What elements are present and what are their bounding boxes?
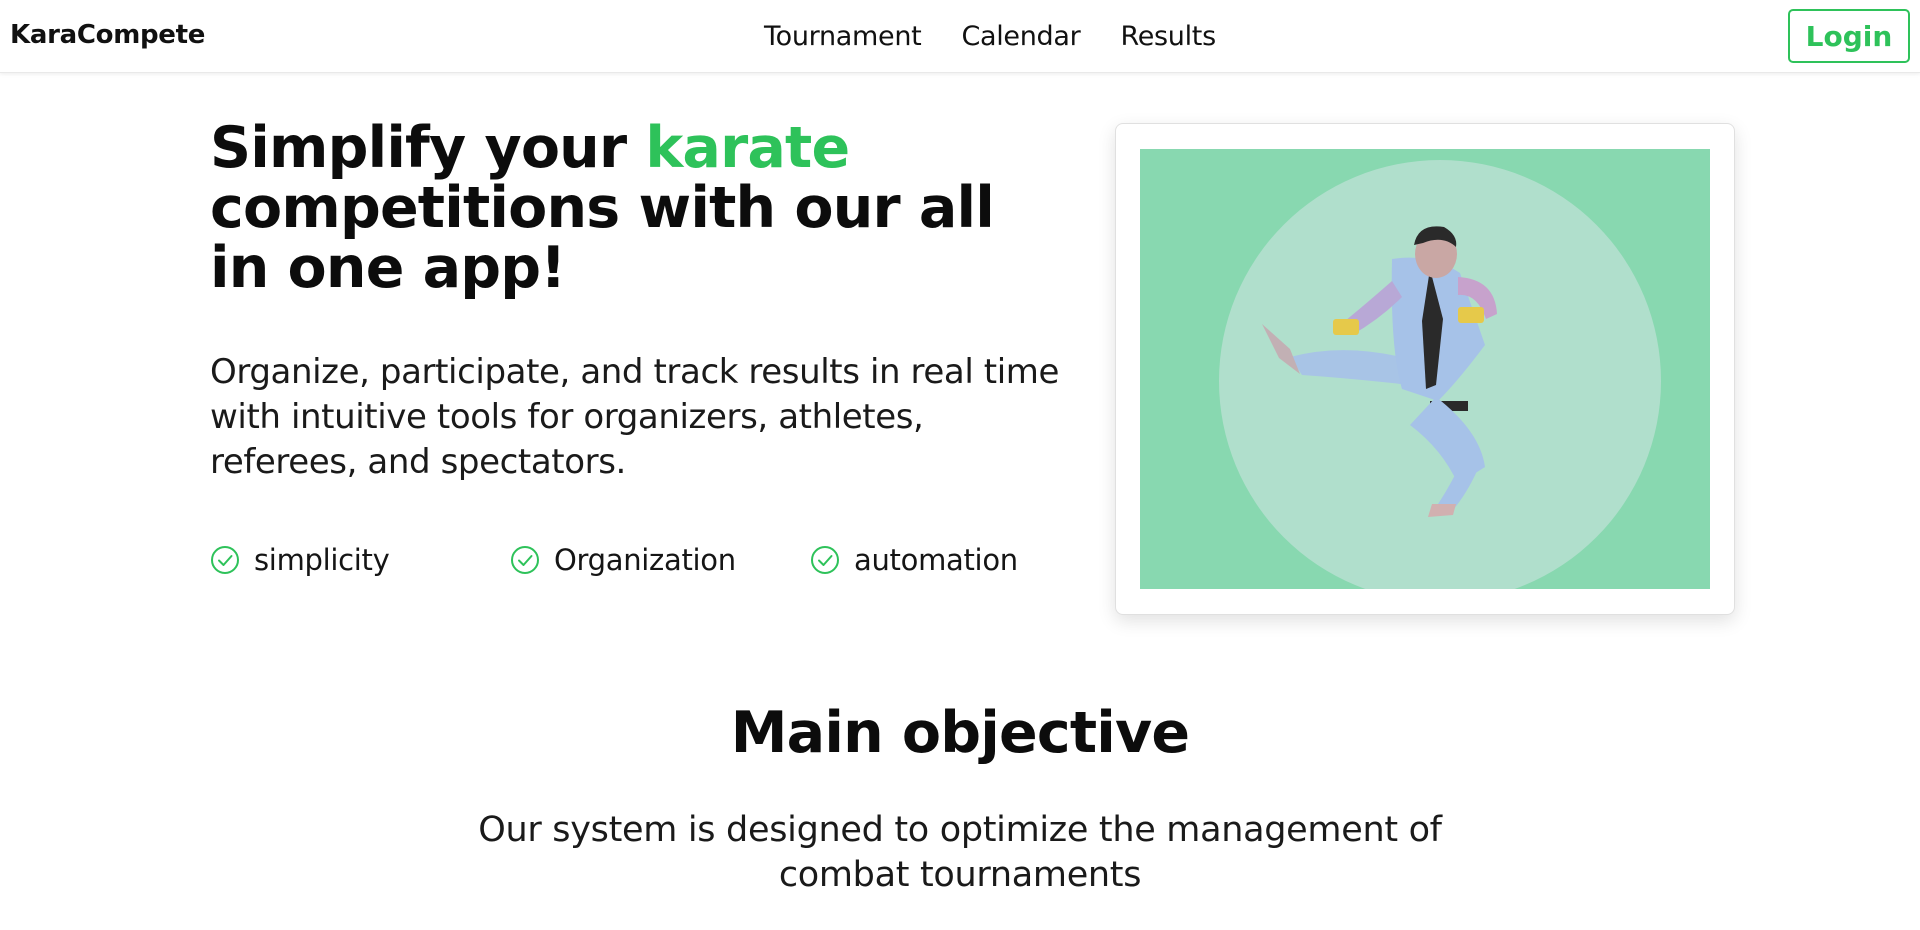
brand-logo[interactable]: KaraCompete bbox=[10, 0, 205, 73]
feature-item-simplicity: simplicity bbox=[210, 538, 390, 582]
section-title: Main objective bbox=[730, 700, 1190, 766]
navbar: KaraCompete Tournament Calendar Results … bbox=[0, 0, 1920, 73]
hero-title-part2: competitions with our all in one app! bbox=[210, 175, 995, 301]
feature-label: simplicity bbox=[254, 543, 390, 577]
nav-link-tournament[interactable]: Tournament bbox=[764, 21, 922, 52]
hero-title: Simplify your karate competitions with o… bbox=[210, 118, 1070, 298]
check-circle-icon bbox=[811, 546, 839, 574]
check-circle-icon bbox=[211, 546, 239, 574]
feature-item-automation: automation bbox=[810, 538, 1018, 582]
hero-title-accent: karate bbox=[645, 115, 850, 181]
hero-subtitle: Organize, participate, and track results… bbox=[210, 352, 1060, 482]
nav-link-results[interactable]: Results bbox=[1120, 21, 1216, 52]
hero-image-card bbox=[1115, 123, 1735, 615]
hero-title-part1: Simplify your bbox=[210, 115, 646, 181]
login-button[interactable]: Login bbox=[1788, 9, 1910, 63]
section-description: Our system is designed to optimize the m… bbox=[478, 810, 1442, 895]
feature-label: Organization bbox=[554, 543, 736, 577]
nav-link-calendar[interactable]: Calendar bbox=[961, 21, 1080, 52]
feature-item-organization: Organization bbox=[510, 538, 736, 582]
nav-links: Tournament Calendar Results bbox=[764, 0, 1216, 73]
karate-athlete-illustration bbox=[1140, 149, 1710, 589]
feature-list: simplicity Organization automation bbox=[210, 538, 1070, 582]
check-circle-icon bbox=[511, 546, 539, 574]
feature-label: automation bbox=[854, 543, 1018, 577]
hero-image bbox=[1140, 149, 1710, 589]
